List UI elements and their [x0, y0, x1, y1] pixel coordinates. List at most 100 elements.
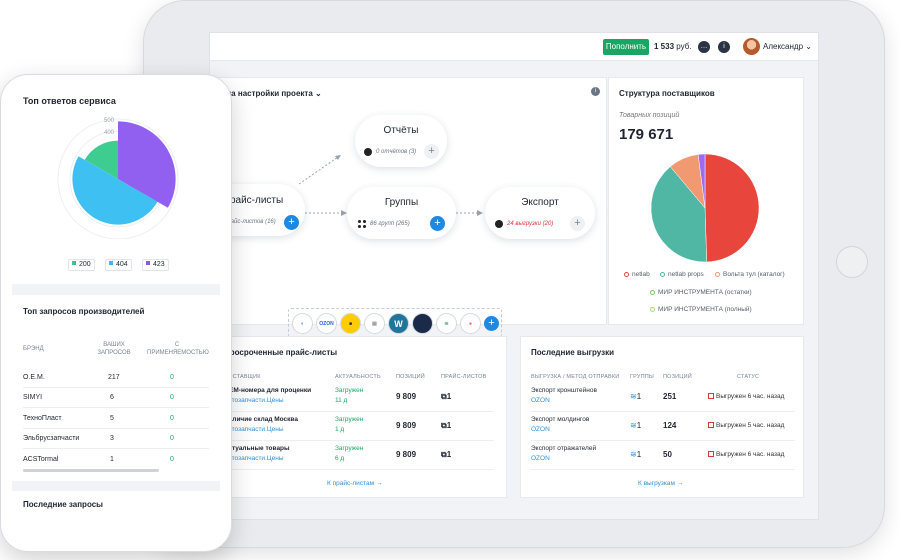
legend-volta: Вольта тул (каталог) [715, 271, 785, 278]
chat-icon[interactable]: … [698, 41, 710, 53]
status-icon [708, 393, 714, 399]
recent-requests-card: Последние запросы [12, 491, 220, 531]
row-applicability: 0 [170, 374, 174, 381]
row-age: 11 д [335, 397, 348, 404]
row-positions: 9 809 [396, 450, 417, 459]
row-groups: ≋1 [630, 450, 642, 459]
layers-icon: ≋ [630, 450, 637, 459]
add-pricelist-button[interactable]: + [284, 215, 299, 230]
add-report-button[interactable]: + [424, 144, 439, 159]
divider [224, 469, 494, 470]
col-pricelists: Прайс-листов [441, 374, 487, 380]
legend-netlab-props: netlab props [660, 271, 704, 278]
row-requests: 6 [110, 394, 114, 401]
chevron-down-icon: ⌄ [805, 42, 812, 51]
top-bar: Пополнить 1 533 руб. … i Александр ⌄ [210, 33, 818, 61]
topup-button[interactable]: Пополнить [603, 39, 649, 55]
project-setup-card: Схема настройки проекта ⌄ i Отчёты 0 отч… [210, 77, 607, 338]
row-applicability: 0 [170, 394, 174, 401]
row-method[interactable]: OZON [531, 397, 550, 404]
yandex-icon[interactable]: ■ [340, 313, 361, 334]
polar-tick-label: 500 [104, 118, 115, 124]
divider [531, 440, 795, 441]
row-lists: ⧉1 [441, 450, 452, 459]
store-icon[interactable]: ≋ [436, 313, 457, 334]
marketplace-icon[interactable] [412, 313, 433, 334]
row-brand: ACSTormal [23, 456, 59, 463]
supplier-logos: ◐ OZON ■ ▤ W ≋ ● + [288, 308, 502, 338]
col-status: Статус [737, 374, 760, 380]
recent-requests-title: Последние запросы [23, 500, 104, 509]
divider [224, 440, 494, 441]
col-requests: Ваших запросов [97, 342, 131, 356]
structure-total: 179 671 [619, 126, 674, 143]
supplier-pie-chart [650, 153, 760, 263]
ozon-circle-icon[interactable]: ◐ [292, 313, 313, 334]
to-exports-link[interactable]: К выгрузкам → [638, 480, 683, 487]
col-applicability: С применяемостью [147, 342, 209, 356]
row-lists: ⧉1 [441, 392, 452, 401]
row-brand: O.E.M. [23, 374, 45, 381]
col-export-method: Выгрузка / Метод отправки [531, 374, 620, 380]
col-groups: Группы [630, 374, 654, 380]
pie-slice-0[interactable] [704, 153, 760, 263]
legend-mir-full: МИР ИНСТРУМЕНТА (полный) [650, 306, 752, 313]
avito-icon[interactable]: ● [460, 313, 481, 334]
badge-200: 200 [68, 259, 95, 271]
node-groups[interactable]: Группы 86 групп (265) + [347, 187, 456, 239]
responses-card: Топ ответов сервиса 500 400 200 404 423 [12, 87, 220, 284]
user-menu[interactable]: Александр ⌄ [763, 42, 812, 51]
add-group-button[interactable]: + [430, 216, 445, 231]
row-name: Актуальные товары [224, 445, 290, 452]
divider [23, 448, 209, 449]
username: Александр [763, 42, 804, 51]
row-applicability: 0 [170, 456, 174, 463]
manufacturers-title: Топ запросов производителей [23, 307, 145, 316]
col-brand: Брэнд [23, 346, 44, 352]
row-requests: 217 [108, 374, 120, 381]
avatar[interactable] [743, 38, 760, 55]
row-requests: 1 [110, 456, 114, 463]
balance-currency: руб. [676, 42, 692, 51]
wordpress-icon[interactable]: W [388, 313, 409, 334]
legend-mir-stock: МИР ИНСТРУМЕНТА (остатки) [650, 289, 752, 296]
add-export-button[interactable]: + [570, 216, 585, 231]
row-status: Загружен [335, 387, 364, 394]
tablet-home-button[interactable] [836, 246, 868, 278]
row-positions: 124 [663, 421, 677, 430]
add-supplier-button[interactable]: + [484, 316, 499, 331]
row-lists: ⧉1 [441, 421, 452, 430]
row-method[interactable]: OZON [531, 426, 550, 433]
badge-423: 423 [142, 259, 169, 271]
to-pricelists-link[interactable]: К прайс-листам → [327, 480, 382, 487]
row-age: 6 д [335, 455, 345, 462]
row-source[interactable]: Автозапчасти.Цены [224, 397, 284, 404]
row-positions: 50 [663, 450, 672, 459]
row-status: Загружен [335, 416, 364, 423]
polar-tick-label: 400 [104, 130, 115, 136]
node-export-title: Экспорт [521, 197, 559, 208]
row-status: Выгружен 6 час. назад [708, 451, 784, 458]
row-name: Экспорт кронштейнов [531, 387, 597, 394]
structure-title: Структура поставщиков [619, 89, 715, 98]
row-source[interactable]: Автозапчасти.Цены [224, 455, 284, 462]
row-applicability: 0 [170, 415, 174, 422]
row-brand: ТехноПласт [23, 415, 62, 422]
row-requests: 3 [110, 435, 114, 442]
node-groups-sub: 86 групп (265) [370, 221, 410, 227]
row-positions: 9 809 [396, 421, 417, 430]
node-reports[interactable]: Отчёты 0 отчётов (3) + [355, 115, 447, 167]
row-method[interactable]: OZON [531, 455, 550, 462]
row-brand: Эльбрусзапчасти [23, 435, 80, 442]
status-icon [708, 451, 714, 457]
horizontal-scrollbar[interactable] [23, 469, 159, 472]
groups-icon [358, 220, 367, 229]
row-source[interactable]: Автозапчасти.Цены [224, 426, 284, 433]
divider [224, 411, 494, 412]
ozon-logo[interactable]: OZON [316, 313, 337, 334]
node-export[interactable]: Экспорт 24 выгрузки (20) + [485, 187, 595, 239]
legend-netlab: netlab [624, 271, 650, 278]
shop-icon[interactable]: ▤ [364, 313, 385, 334]
info-icon[interactable]: i [718, 41, 730, 53]
status-icon [708, 422, 714, 428]
